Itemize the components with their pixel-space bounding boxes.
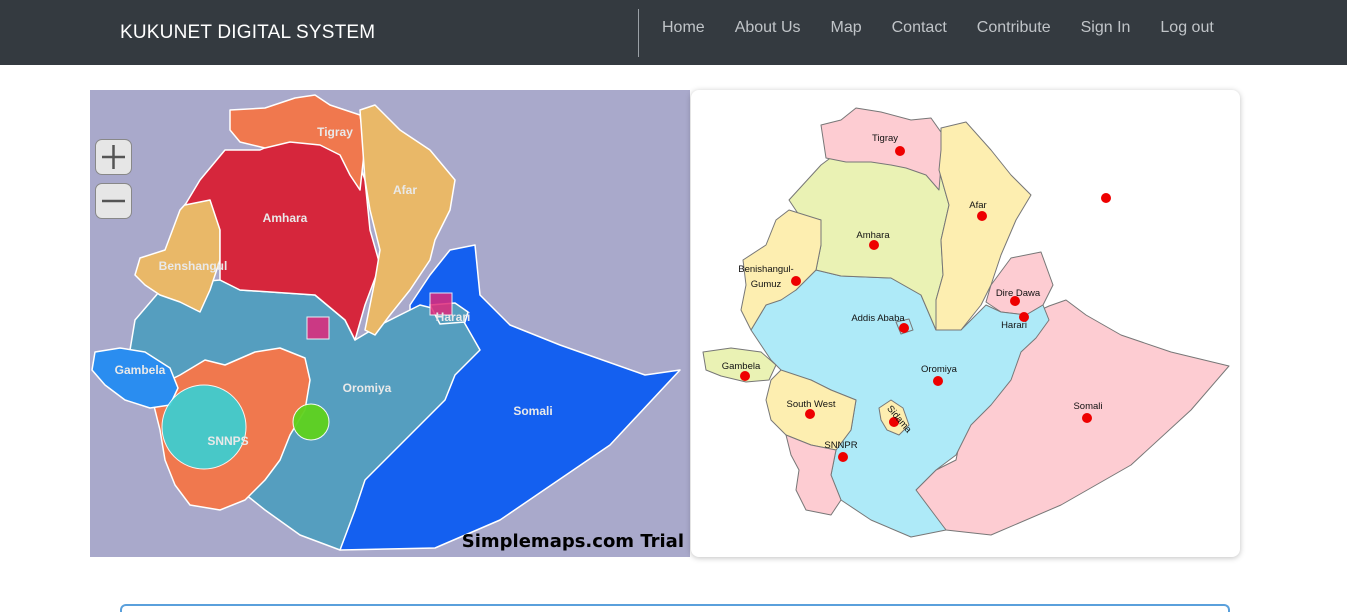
nav-home[interactable]: Home [662, 19, 705, 37]
nav-map[interactable]: Map [831, 19, 862, 37]
nav-divider [638, 9, 639, 57]
simplemaps-watermark[interactable]: Simplemaps.com Trial [462, 531, 684, 552]
square-marker-harari[interactable] [429, 292, 453, 316]
snnps-circle-marker[interactable] [161, 384, 247, 470]
dot-outside [1101, 193, 1111, 203]
dot-south-west [805, 409, 815, 419]
region-benshangul[interactable] [134, 187, 221, 313]
nav-contact[interactable]: Contact [892, 19, 947, 37]
dot-afar [977, 211, 987, 221]
green-circle-marker[interactable] [292, 403, 330, 441]
dot-snnpr [838, 452, 848, 462]
zoom-in-button[interactable] [95, 139, 132, 175]
dot-addis-ababa [899, 323, 909, 333]
dot-oromiya [933, 376, 943, 386]
zoom-out-button[interactable] [95, 183, 132, 219]
nav-links: Home About Us Map Contact Contribute Sig… [662, 19, 1244, 37]
dot-amhara [869, 240, 879, 250]
nav-sign-in[interactable]: Sign In [1081, 19, 1131, 37]
dot-somali [1082, 413, 1092, 423]
dot-benishangul [791, 276, 801, 286]
dot-gambela [740, 371, 750, 381]
top-navbar: KUKUNET DIGITAL SYSTEM Home About Us Map… [0, 0, 1347, 65]
content-panel-top-edge [120, 604, 1230, 612]
brand-title[interactable]: KUKUNET DIGITAL SYSTEM [120, 22, 375, 44]
nav-about-us[interactable]: About Us [735, 19, 801, 37]
region-map-svg[interactable]: Tigray Afar Amhara Benshangul Gambela Or… [90, 90, 690, 557]
nav-log-out[interactable]: Log out [1160, 19, 1213, 37]
map-region-gambela [702, 347, 777, 383]
nav-contribute[interactable]: Contribute [977, 19, 1051, 37]
minus-icon [102, 199, 125, 203]
dot-sidama [889, 417, 899, 427]
dot-tigray [895, 146, 905, 156]
dot-harari [1019, 312, 1029, 322]
regions-map-svg: Tigray Afar Amhara Benishangul- Gumuz Di… [702, 107, 1230, 538]
plus-icon [102, 145, 125, 169]
ethiopia-regions-map: Tigray Afar Amhara Benishangul- Gumuz Di… [691, 90, 1240, 557]
interactive-region-map[interactable]: Tigray Afar Amhara Benshangul Gambela Or… [90, 90, 690, 557]
square-marker-center[interactable] [306, 316, 330, 340]
dot-dire-dawa [1010, 296, 1020, 306]
